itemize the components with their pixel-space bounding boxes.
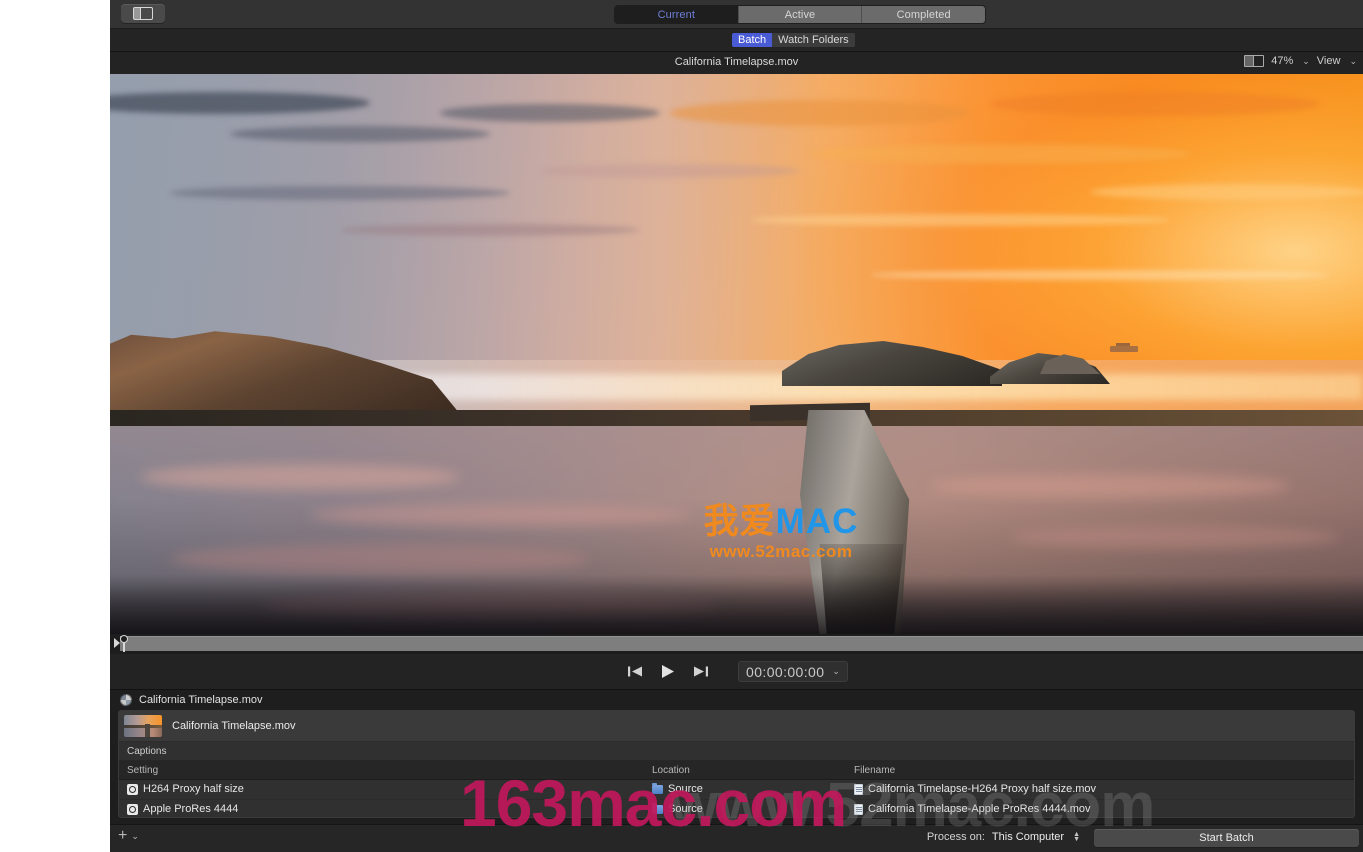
pool-reflection	[310, 504, 690, 526]
ship-silhouette	[1110, 346, 1138, 352]
watermark-mac-text: MAC	[776, 502, 859, 541]
pool-reflection	[1010, 526, 1340, 548]
process-on-label: Process on:	[927, 831, 985, 843]
source-media-row[interactable]: California Timelapse.mov	[119, 711, 1354, 742]
chevron-down-icon[interactable]: ⌄	[832, 666, 840, 677]
play-icon[interactable]	[658, 664, 678, 680]
playhead[interactable]	[118, 634, 130, 652]
chevron-down-icon: ⌄	[131, 831, 139, 842]
process-on-control[interactable]: Process on: This Computer ▲▼	[927, 831, 1080, 843]
timecode-value: 00:00:00:00	[746, 664, 824, 680]
start-batch-label: Start Batch	[1199, 832, 1253, 844]
toolbar: Current Active Completed	[110, 0, 1363, 29]
source-media-label: California Timelapse.mov	[172, 720, 296, 732]
video-preview[interactable]: 我爱MAC www.52mac.com	[110, 74, 1363, 634]
file-icon	[854, 804, 863, 815]
pool-reflection	[930, 474, 1290, 498]
cloud	[990, 92, 1320, 116]
segment-current[interactable]: Current	[615, 6, 739, 23]
batch-area: California Timelapse.mov California Time…	[110, 690, 1363, 825]
skip-to-end-icon[interactable]	[691, 664, 711, 680]
watermark-url: www.52mac.com	[656, 542, 906, 562]
pool-reflection	[170, 544, 590, 574]
transport-controls: 00:00:00:00 ⌄	[110, 654, 1363, 690]
view-menu-label[interactable]: View	[1317, 55, 1341, 67]
compressor-window: Current Active Completed Batch Watch Fol…	[110, 0, 1363, 852]
cloud	[870, 270, 1330, 280]
playhead-knob	[120, 635, 128, 643]
skip-to-start-icon[interactable]	[625, 664, 645, 680]
cloud	[670, 100, 970, 126]
location-name: Source	[668, 803, 703, 815]
bottom-bar: + ⌄ Process on: This Computer ▲▼ Start B…	[110, 824, 1363, 852]
split-view-icon[interactable]	[1244, 55, 1264, 67]
captions-row[interactable]: Captions	[119, 742, 1354, 761]
column-header-row: Setting Location Filename	[119, 761, 1354, 780]
preview-filename: California Timelapse.mov	[110, 56, 1363, 68]
chevron-down-icon[interactable]: ⌄	[1349, 56, 1357, 67]
stepper-icon[interactable]: ▲▼	[1073, 832, 1080, 842]
table-row[interactable]: Apple ProRes 4444 Source California Time…	[119, 800, 1354, 818]
job-header[interactable]: California Timelapse.mov	[110, 690, 1363, 710]
filename-cell[interactable]: California Timelapse-H264 Proxy half siz…	[854, 783, 1096, 795]
tab-batch[interactable]: Batch	[732, 33, 772, 47]
chevron-down-icon[interactable]: ⌄	[1302, 56, 1310, 67]
cloud	[440, 104, 660, 122]
captions-label: Captions	[127, 746, 166, 757]
setting-name: Apple ProRes 4444	[143, 803, 238, 815]
table-row[interactable]: H264 Proxy half size Source California T…	[119, 780, 1354, 800]
scrubber-area[interactable]	[110, 634, 1363, 654]
folder-icon	[652, 785, 663, 794]
cloud	[340, 224, 640, 236]
process-on-value[interactable]: This Computer	[992, 831, 1064, 843]
preview-watermark: 我爱MAC www.52mac.com	[656, 504, 906, 562]
pool-reflection	[140, 464, 460, 490]
column-header-filename: Filename	[854, 765, 895, 776]
segment-active[interactable]: Active	[739, 6, 863, 23]
tab-row: Batch Watch Folders	[110, 29, 1363, 52]
start-batch-button[interactable]: Start Batch	[1094, 829, 1359, 847]
location-cell[interactable]: Source	[652, 803, 703, 815]
sidebar-toggle-button[interactable]	[121, 4, 165, 23]
media-thumbnail	[124, 715, 162, 737]
watermark-cn-text: 我爱	[704, 502, 776, 541]
cloud	[540, 164, 800, 178]
folder-icon	[652, 805, 663, 814]
quicktime-icon	[120, 694, 132, 706]
preview-title-controls: 47% ⌄ View ⌄	[1244, 55, 1357, 67]
cloud	[750, 214, 1170, 226]
sidebar-toggle-icon	[133, 7, 153, 20]
setting-cell[interactable]: Apple ProRes 4444	[127, 803, 238, 815]
setting-icon	[127, 784, 138, 795]
column-header-setting: Setting	[127, 765, 158, 776]
cloud	[230, 126, 490, 142]
tab-watch-folders[interactable]: Watch Folders	[772, 33, 855, 47]
setting-name: H264 Proxy half size	[143, 783, 244, 795]
output-filename: California Timelapse-Apple ProRes 4444.m…	[868, 803, 1091, 815]
job-box: California Timelapse.mov Captions Settin…	[118, 710, 1355, 818]
cloud	[170, 186, 510, 200]
cloud	[1090, 184, 1363, 200]
batch-tab-group[interactable]: Batch Watch Folders	[732, 33, 855, 47]
job-title: California Timelapse.mov	[139, 694, 263, 706]
preview-title-bar: California Timelapse.mov 47% ⌄ View ⌄	[110, 52, 1363, 75]
zoom-level[interactable]: 47%	[1271, 55, 1293, 67]
plus-icon: +	[118, 829, 127, 843]
setting-icon	[127, 804, 138, 815]
segment-completed[interactable]: Completed	[862, 6, 985, 23]
filename-cell[interactable]: California Timelapse-Apple ProRes 4444.m…	[854, 803, 1091, 815]
cloud	[810, 144, 1190, 164]
add-button[interactable]: + ⌄	[118, 829, 139, 843]
column-header-location: Location	[652, 765, 690, 776]
output-filename: California Timelapse-H264 Proxy half siz…	[868, 783, 1096, 795]
scrubber-track[interactable]	[120, 636, 1363, 651]
view-mode-segmented-control[interactable]: Current Active Completed	[615, 6, 985, 23]
location-name: Source	[668, 783, 703, 795]
file-icon	[854, 784, 863, 795]
location-cell[interactable]: Source	[652, 783, 703, 795]
pool-foreground-shadow	[110, 574, 1363, 634]
timecode-field[interactable]: 00:00:00:00 ⌄	[738, 661, 848, 682]
setting-cell[interactable]: H264 Proxy half size	[127, 783, 244, 795]
